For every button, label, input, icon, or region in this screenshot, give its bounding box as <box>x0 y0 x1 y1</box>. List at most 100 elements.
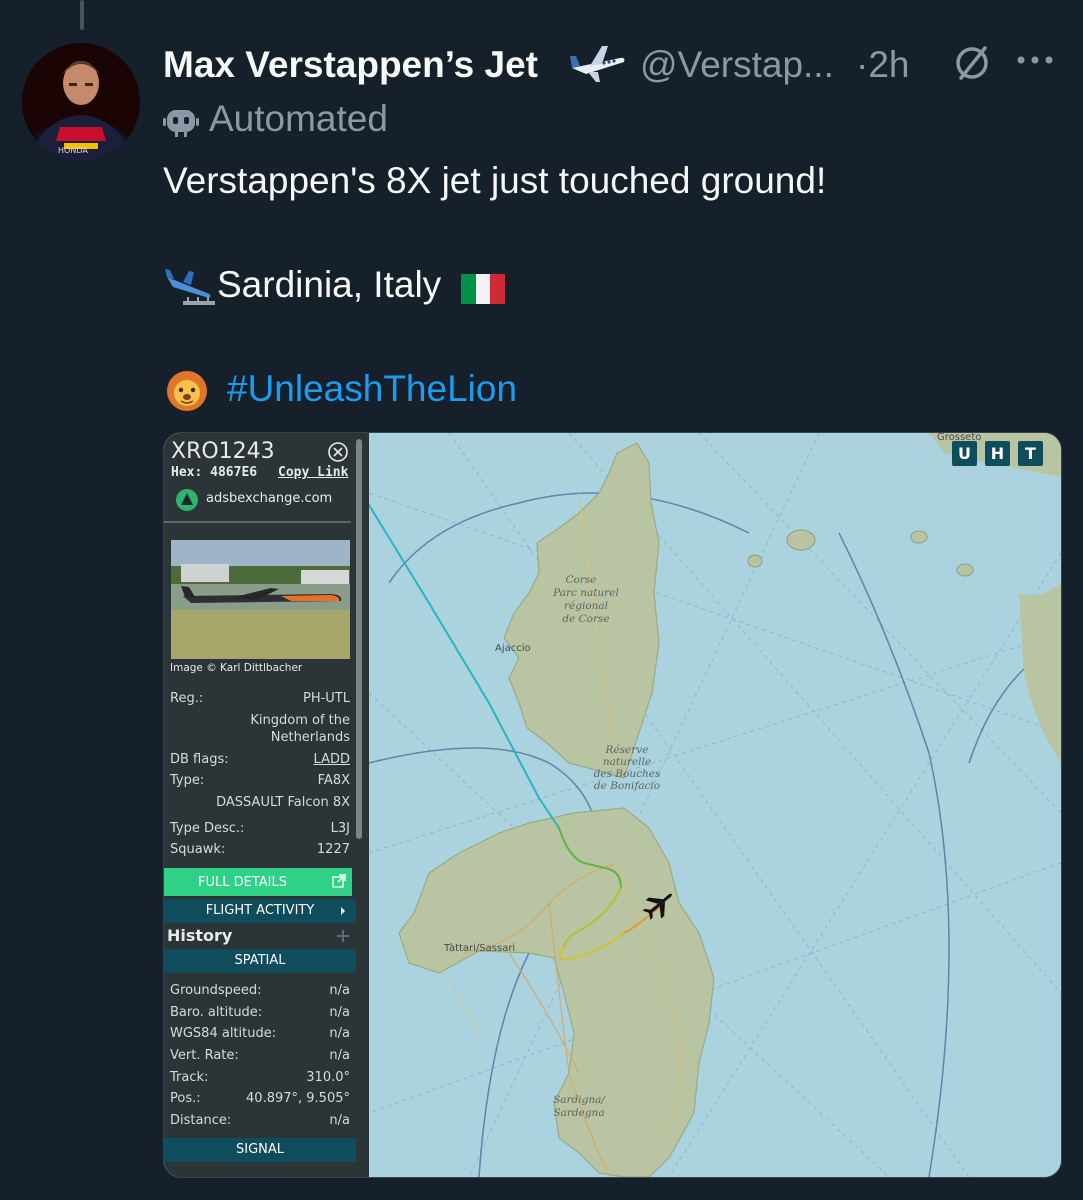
distance-value: n/a <box>329 1113 350 1128</box>
signal-section-header[interactable]: SIGNAL <box>164 1138 356 1162</box>
dbflags-row: DB flags: LADD <box>170 752 350 770</box>
map-label-sardegna-1: Sardigna/ <box>553 1094 606 1106</box>
map-label-reserve-3: des Bouches <box>594 768 661 780</box>
type-value: FA8X <box>317 773 350 788</box>
time-text: 2h <box>868 44 910 85</box>
aircraft-photo[interactable] <box>171 540 350 659</box>
reg-label: Reg.: <box>170 691 204 706</box>
reg-value: PH-UTL <box>302 691 350 706</box>
separator-dot: · <box>856 44 869 85</box>
reg-row: Reg.: PH-UTL <box>170 691 350 709</box>
expand-plus-icon[interactable] <box>336 928 350 947</box>
type-row: Type: FA8X <box>170 773 350 791</box>
full-details-label: FULL DETAILS <box>198 875 287 890</box>
type-label: Type: <box>170 773 205 788</box>
map-label-ajaccio: Ajaccio <box>495 643 531 654</box>
hashtag-link[interactable]: #UnleashTheLion <box>227 368 517 409</box>
tweet-text-line: Verstappen's 8X jet just touched ground! <box>163 160 827 201</box>
type-full-name: DASSAULT Falcon 8X <box>216 795 350 810</box>
tweet-header: Max Verstappen’s Jet @Verstap... ·2h <box>163 38 1063 88</box>
map-label-corse: Corse <box>566 574 597 586</box>
map-label-sassari: Tàttari/Sassari <box>443 942 515 954</box>
distance-row: Distance: n/a <box>170 1113 350 1131</box>
panel-divider <box>164 521 351 523</box>
position-row: Pos.: 40.897°, 9.505° <box>170 1091 350 1109</box>
vert-rate-row: Vert. Rate: n/a <box>170 1048 350 1066</box>
hex-label: Hex: <box>171 465 203 480</box>
tweet-hashtag-line: #UnleashTheLion <box>163 368 517 412</box>
baro-altitude-row: Baro. altitude: n/a <box>170 1005 350 1023</box>
lion-emoji <box>163 370 213 412</box>
track-value: 310.0° <box>306 1070 350 1085</box>
squawk-value: 1227 <box>316 842 350 857</box>
spatial-section-header[interactable]: SPATIAL <box>164 949 356 973</box>
map-label-parc-1: Parc naturel <box>552 587 619 599</box>
position-value: 40.897°, 9.505° <box>246 1091 350 1106</box>
automated-label: Automated <box>209 98 388 139</box>
flight-map[interactable]: Corse Parc naturel régional de Corse Rés… <box>368 433 1061 1177</box>
location-text: Sardinia, Italy <box>217 264 442 305</box>
typedesc-value: L3J <box>330 821 350 836</box>
tweet-media-card[interactable]: XRO1243 Hex: 4867E6 Copy Link adsbexchan… <box>163 432 1062 1178</box>
tweet-location-line: Sardinia, Italy <box>163 264 506 307</box>
image-credit: Image © Karl Dittlbacher <box>170 662 303 674</box>
map-label-parc-3: de Corse <box>562 613 609 625</box>
panel-scrollbar[interactable] <box>356 439 362 839</box>
avatar[interactable]: HONDA <box>22 43 140 161</box>
groundspeed-row: Groundspeed: n/a <box>170 983 350 1001</box>
map-label-parc-2: régional <box>564 600 608 612</box>
italy-flag-emoji <box>461 271 506 305</box>
baro-altitude-label: Baro. altitude: <box>170 1005 263 1020</box>
wgs84-altitude-value: n/a <box>329 1026 350 1041</box>
adsb-logo-icon <box>175 488 199 516</box>
callsign: XRO1243 <box>171 439 275 464</box>
flight-activity-button[interactable]: FLIGHT ACTIVITY <box>164 899 356 923</box>
dbflags-label: DB flags: <box>170 752 229 767</box>
close-icon[interactable] <box>327 441 349 467</box>
user-handle[interactable]: @Verstap... <box>640 44 834 86</box>
display-name[interactable]: Max Verstappen’s Jet <box>163 44 538 86</box>
wgs84-altitude-row: WGS84 altitude: n/a <box>170 1026 350 1044</box>
hex-value: 4867E6 <box>210 465 258 480</box>
full-details-button[interactable]: FULL DETAILS <box>164 868 352 896</box>
more-icon[interactable] <box>1015 50 1055 75</box>
wgs84-altitude-label: WGS84 altitude: <box>170 1026 277 1041</box>
hex-row: Hex: 4867E6 <box>171 465 257 480</box>
groundspeed-value: n/a <box>329 983 350 998</box>
baro-altitude-value: n/a <box>329 1005 350 1020</box>
plane-emoji <box>568 38 628 91</box>
typedesc-row: Type Desc.: L3J <box>170 821 350 839</box>
svg-text:HONDA: HONDA <box>58 146 88 155</box>
dbflags-value[interactable]: LADD <box>314 752 350 767</box>
vert-rate-value: n/a <box>329 1048 350 1063</box>
map-button-h[interactable]: H <box>985 441 1010 466</box>
distance-label: Distance: <box>170 1113 232 1128</box>
vert-rate-label: Vert. Rate: <box>170 1048 239 1063</box>
source-site[interactable]: adsbexchange.com <box>206 491 332 506</box>
robot-icon <box>163 102 199 143</box>
map-button-u[interactable]: U <box>952 441 977 466</box>
map-label-reserve-2: naturelle <box>603 756 651 768</box>
map-button-t[interactable]: T <box>1018 441 1043 466</box>
position-label: Pos.: <box>170 1091 201 1106</box>
country-line-2: Netherlands <box>270 730 350 745</box>
country-line-1: Kingdom of the <box>250 713 350 728</box>
typedesc-label: Type Desc.: <box>170 821 245 836</box>
flight-activity-label: FLIGHT ACTIVITY <box>205 903 315 918</box>
track-row: Track: 310.0° <box>170 1070 350 1088</box>
map-label-sardegna-2: Sardegna <box>553 1107 604 1119</box>
copy-link[interactable]: Copy Link <box>278 465 348 480</box>
mute-icon[interactable] <box>953 42 991 89</box>
external-link-icon <box>332 874 346 892</box>
aircraft-info-panel: XRO1243 Hex: 4867E6 Copy Link adsbexchan… <box>164 433 369 1177</box>
squawk-label: Squawk: <box>170 842 226 857</box>
map-label-reserve-4: de Bonifacio <box>594 780 660 792</box>
map-label-reserve-1: Réserve <box>605 744 649 756</box>
airplane-arrival-emoji <box>163 267 217 307</box>
track-label: Track: <box>170 1070 209 1085</box>
squawk-row: Squawk: 1227 <box>170 842 350 860</box>
groundspeed-label: Groundspeed: <box>170 983 262 998</box>
avatar-image: HONDA <box>22 43 140 161</box>
timestamp[interactable]: ·2h <box>856 44 909 86</box>
thread-connector-line <box>80 0 84 30</box>
